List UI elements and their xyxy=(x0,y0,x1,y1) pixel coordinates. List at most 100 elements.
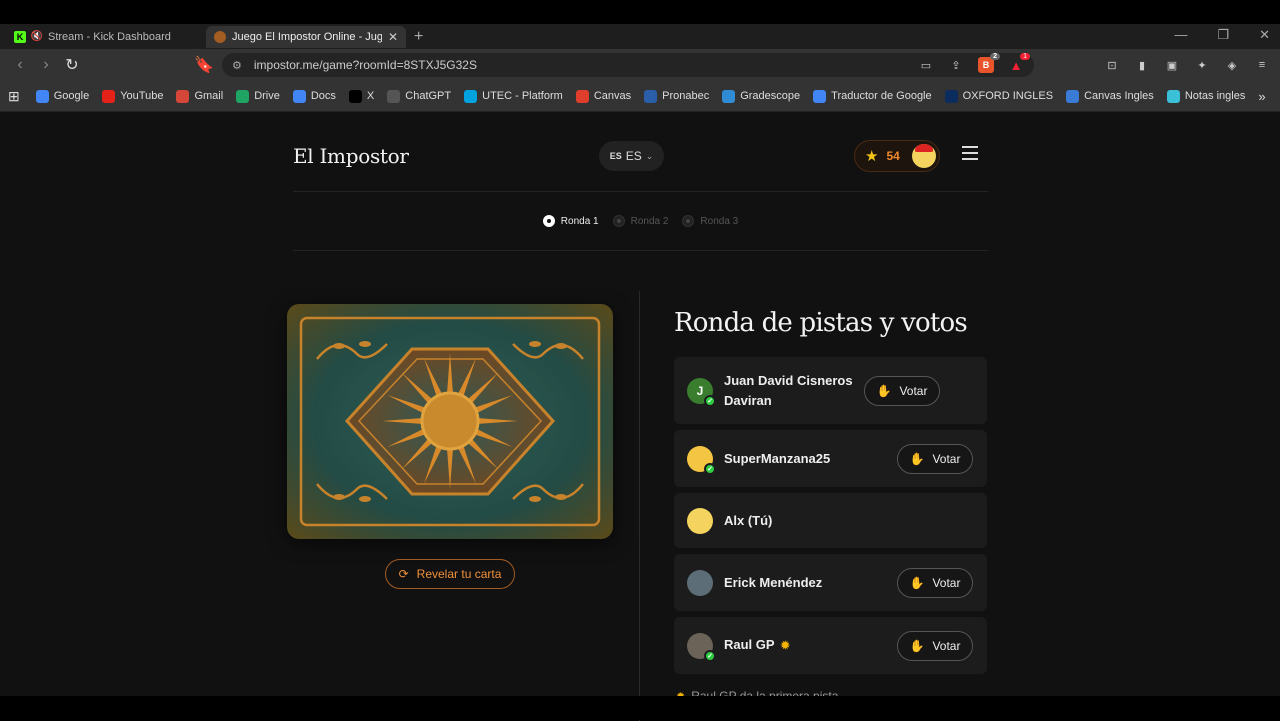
game-page: El Impostor ES ES ⌄ ★ 54 Ronda 1 Ronda 2 R… xyxy=(0,112,1280,721)
brand-logo[interactable]: El Impostor xyxy=(293,144,409,168)
utec-icon xyxy=(464,89,478,103)
check-icon: ✓ xyxy=(704,394,716,407)
tab-impostor[interactable]: Juego El Impostor Online - Jugar ✕ xyxy=(206,25,406,48)
cast-icon[interactable]: ▭ xyxy=(918,57,934,73)
bookmark-drive[interactable]: Drive xyxy=(236,89,280,103)
pronabec-icon xyxy=(644,89,658,103)
player-row: Erick Menéndez ✋ Votar xyxy=(674,554,987,611)
bookmark-docs[interactable]: Docs xyxy=(292,89,336,103)
back-icon[interactable]: ‹ xyxy=(8,53,32,77)
bookmark-pronabec[interactable]: Pronabec xyxy=(644,89,709,103)
drive-icon xyxy=(236,89,250,103)
points-badge[interactable]: ★ 54 xyxy=(854,140,940,172)
toolbar-right: ⊡ ▮ ▣ ✦ ◈ ≡ xyxy=(1104,57,1270,73)
hand-icon: ✋ xyxy=(876,383,892,398)
close-window-icon[interactable]: ✕ xyxy=(1259,27,1270,43)
vpn-icon[interactable]: ◈ xyxy=(1224,57,1240,73)
tab-strip: K 🔇 Stream - Kick Dashboard Juego El Imp… xyxy=(0,24,1280,49)
card-back-image xyxy=(287,304,613,539)
round-step-2: Ronda 2 xyxy=(612,215,668,227)
player-row: Alx (Tú) xyxy=(674,493,987,548)
youtube-icon xyxy=(102,89,116,103)
players-list: J ✓ Juan David Cisneros Daviran ✋ Votar ✓ Supe… xyxy=(674,357,987,680)
round-progress: Ronda 1 Ronda 2 Ronda 3 xyxy=(293,192,988,251)
player-row: ✓ Raul GP ✹ ✋ Votar xyxy=(674,617,987,674)
leo-ai-icon[interactable]: ✦ xyxy=(1194,57,1210,73)
bookmarks-bar: ⊞ Google YouTube Gmail Drive Docs X ChatGPT UTE… xyxy=(0,81,1280,112)
lang-label: ES xyxy=(625,149,642,163)
oxford-icon xyxy=(944,89,958,103)
bookmark-page-icon[interactable]: 🔖 xyxy=(192,53,216,77)
window-controls: — ❐ ✕ xyxy=(1174,27,1270,43)
bookmark-youtube[interactable]: YouTube xyxy=(102,89,163,103)
kick-icon: K xyxy=(14,30,26,43)
lang-code: ES xyxy=(609,151,622,161)
bookmark-x[interactable]: X xyxy=(348,89,374,103)
player-avatar xyxy=(687,507,713,534)
reveal-card-button[interactable]: ⟳ Revelar tu carta xyxy=(385,559,515,589)
round-dot-icon xyxy=(542,215,555,227)
google-icon xyxy=(35,89,49,103)
restore-icon[interactable]: ❐ xyxy=(1217,27,1229,43)
bookmark-chatgpt[interactable]: ChatGPT xyxy=(387,89,451,103)
wallet-icon[interactable]: ▣ xyxy=(1164,57,1180,73)
apps-icon[interactable]: ⊞ xyxy=(8,88,20,105)
brave-rewards-icon[interactable]: ▲ 1 xyxy=(1008,53,1030,73)
x-icon xyxy=(348,89,362,103)
tab-kick[interactable]: K 🔇 Stream - Kick Dashboard xyxy=(6,26,206,48)
more-bookmarks-icon[interactable]: » xyxy=(1258,89,1265,104)
docs-icon xyxy=(292,89,306,103)
bookmark-google[interactable]: Google xyxy=(35,89,89,103)
gmail-icon xyxy=(176,89,190,103)
star-icon: ★ xyxy=(865,148,879,165)
bookmark-notas-ingles[interactable]: Notas ingles xyxy=(1166,89,1245,103)
column-divider xyxy=(639,291,640,721)
bookmark-oxford-ingles[interactable]: OXFORD INGLES xyxy=(944,89,1053,103)
muted-icon[interactable]: 🔇 xyxy=(31,31,43,43)
gradescope-icon xyxy=(722,89,736,103)
notas-icon xyxy=(1166,89,1180,103)
screenshot-icon[interactable]: ⊡ xyxy=(1104,57,1120,73)
player-name: Raul GP ✹ xyxy=(724,637,790,652)
player-avatar: ✓ xyxy=(687,632,716,662)
round-dot-icon xyxy=(682,215,695,227)
sidebar-icon[interactable]: ▮ xyxy=(1134,57,1150,73)
canvas-icon xyxy=(575,89,589,103)
forward-icon[interactable]: › xyxy=(34,53,58,77)
language-selector[interactable]: ES ES ⌄ xyxy=(599,141,664,171)
close-tab-icon[interactable]: ✕ xyxy=(388,30,398,44)
section-title: Ronda de pistas y votos xyxy=(674,308,968,338)
app-menu-icon[interactable]: ≡ xyxy=(1254,57,1270,73)
browser-window: K 🔇 Stream - Kick Dashboard Juego El Imp… xyxy=(0,24,1280,721)
vote-button[interactable]: ✋ Votar xyxy=(897,443,973,474)
hand-icon: ✋ xyxy=(909,575,925,590)
reload-icon[interactable]: ↻ xyxy=(60,53,84,77)
hand-icon: ✋ xyxy=(909,638,925,653)
player-avatar xyxy=(687,569,713,596)
bookmark-gradescope[interactable]: Gradescope xyxy=(722,89,800,103)
address-toolbar: ‹ › ↻ 🔖 ⚙ impostor.me/game?roomId=8STXJ5… xyxy=(0,49,1280,81)
site-settings-icon[interactable]: ⚙ xyxy=(232,59,242,72)
bookmark-canvas-ingles[interactable]: Canvas Ingles xyxy=(1066,89,1154,103)
bookmark-canvas[interactable]: Canvas xyxy=(575,89,631,103)
hamburger-menu-icon[interactable] xyxy=(962,146,978,164)
share-icon[interactable]: ⇪ xyxy=(948,57,964,73)
bookmark-traductor-de-google[interactable]: Traductor de Google xyxy=(813,89,932,103)
vote-button[interactable]: ✋ Votar xyxy=(897,567,973,598)
impostor-favicon-icon xyxy=(214,30,226,43)
bookmark-utec-platform[interactable]: UTEC - Platform xyxy=(464,89,563,103)
chevron-down-icon: ⌄ xyxy=(645,150,654,161)
user-avatar[interactable] xyxy=(911,144,936,168)
bookmark-gmail[interactable]: Gmail xyxy=(176,89,223,103)
round-step-1: Ronda 1 xyxy=(542,215,599,227)
check-icon: ✓ xyxy=(704,462,716,475)
minimize-icon[interactable]: — xyxy=(1174,27,1187,43)
player-name: Juan David Cisneros Daviran xyxy=(724,372,853,408)
new-tab-button[interactable]: + xyxy=(414,28,423,46)
vote-button[interactable]: ✋ Votar xyxy=(864,375,940,406)
vote-button[interactable]: ✋ Votar xyxy=(897,630,973,661)
brave-shields-icon[interactable]: B2 xyxy=(978,53,1000,73)
address-bar[interactable]: ⚙ impostor.me/game?roomId=8STXJ5G32S ▭ ⇪… xyxy=(222,53,1034,77)
sun-icon: ✹ xyxy=(780,640,790,652)
player-name: Erick Menéndez xyxy=(724,574,823,590)
